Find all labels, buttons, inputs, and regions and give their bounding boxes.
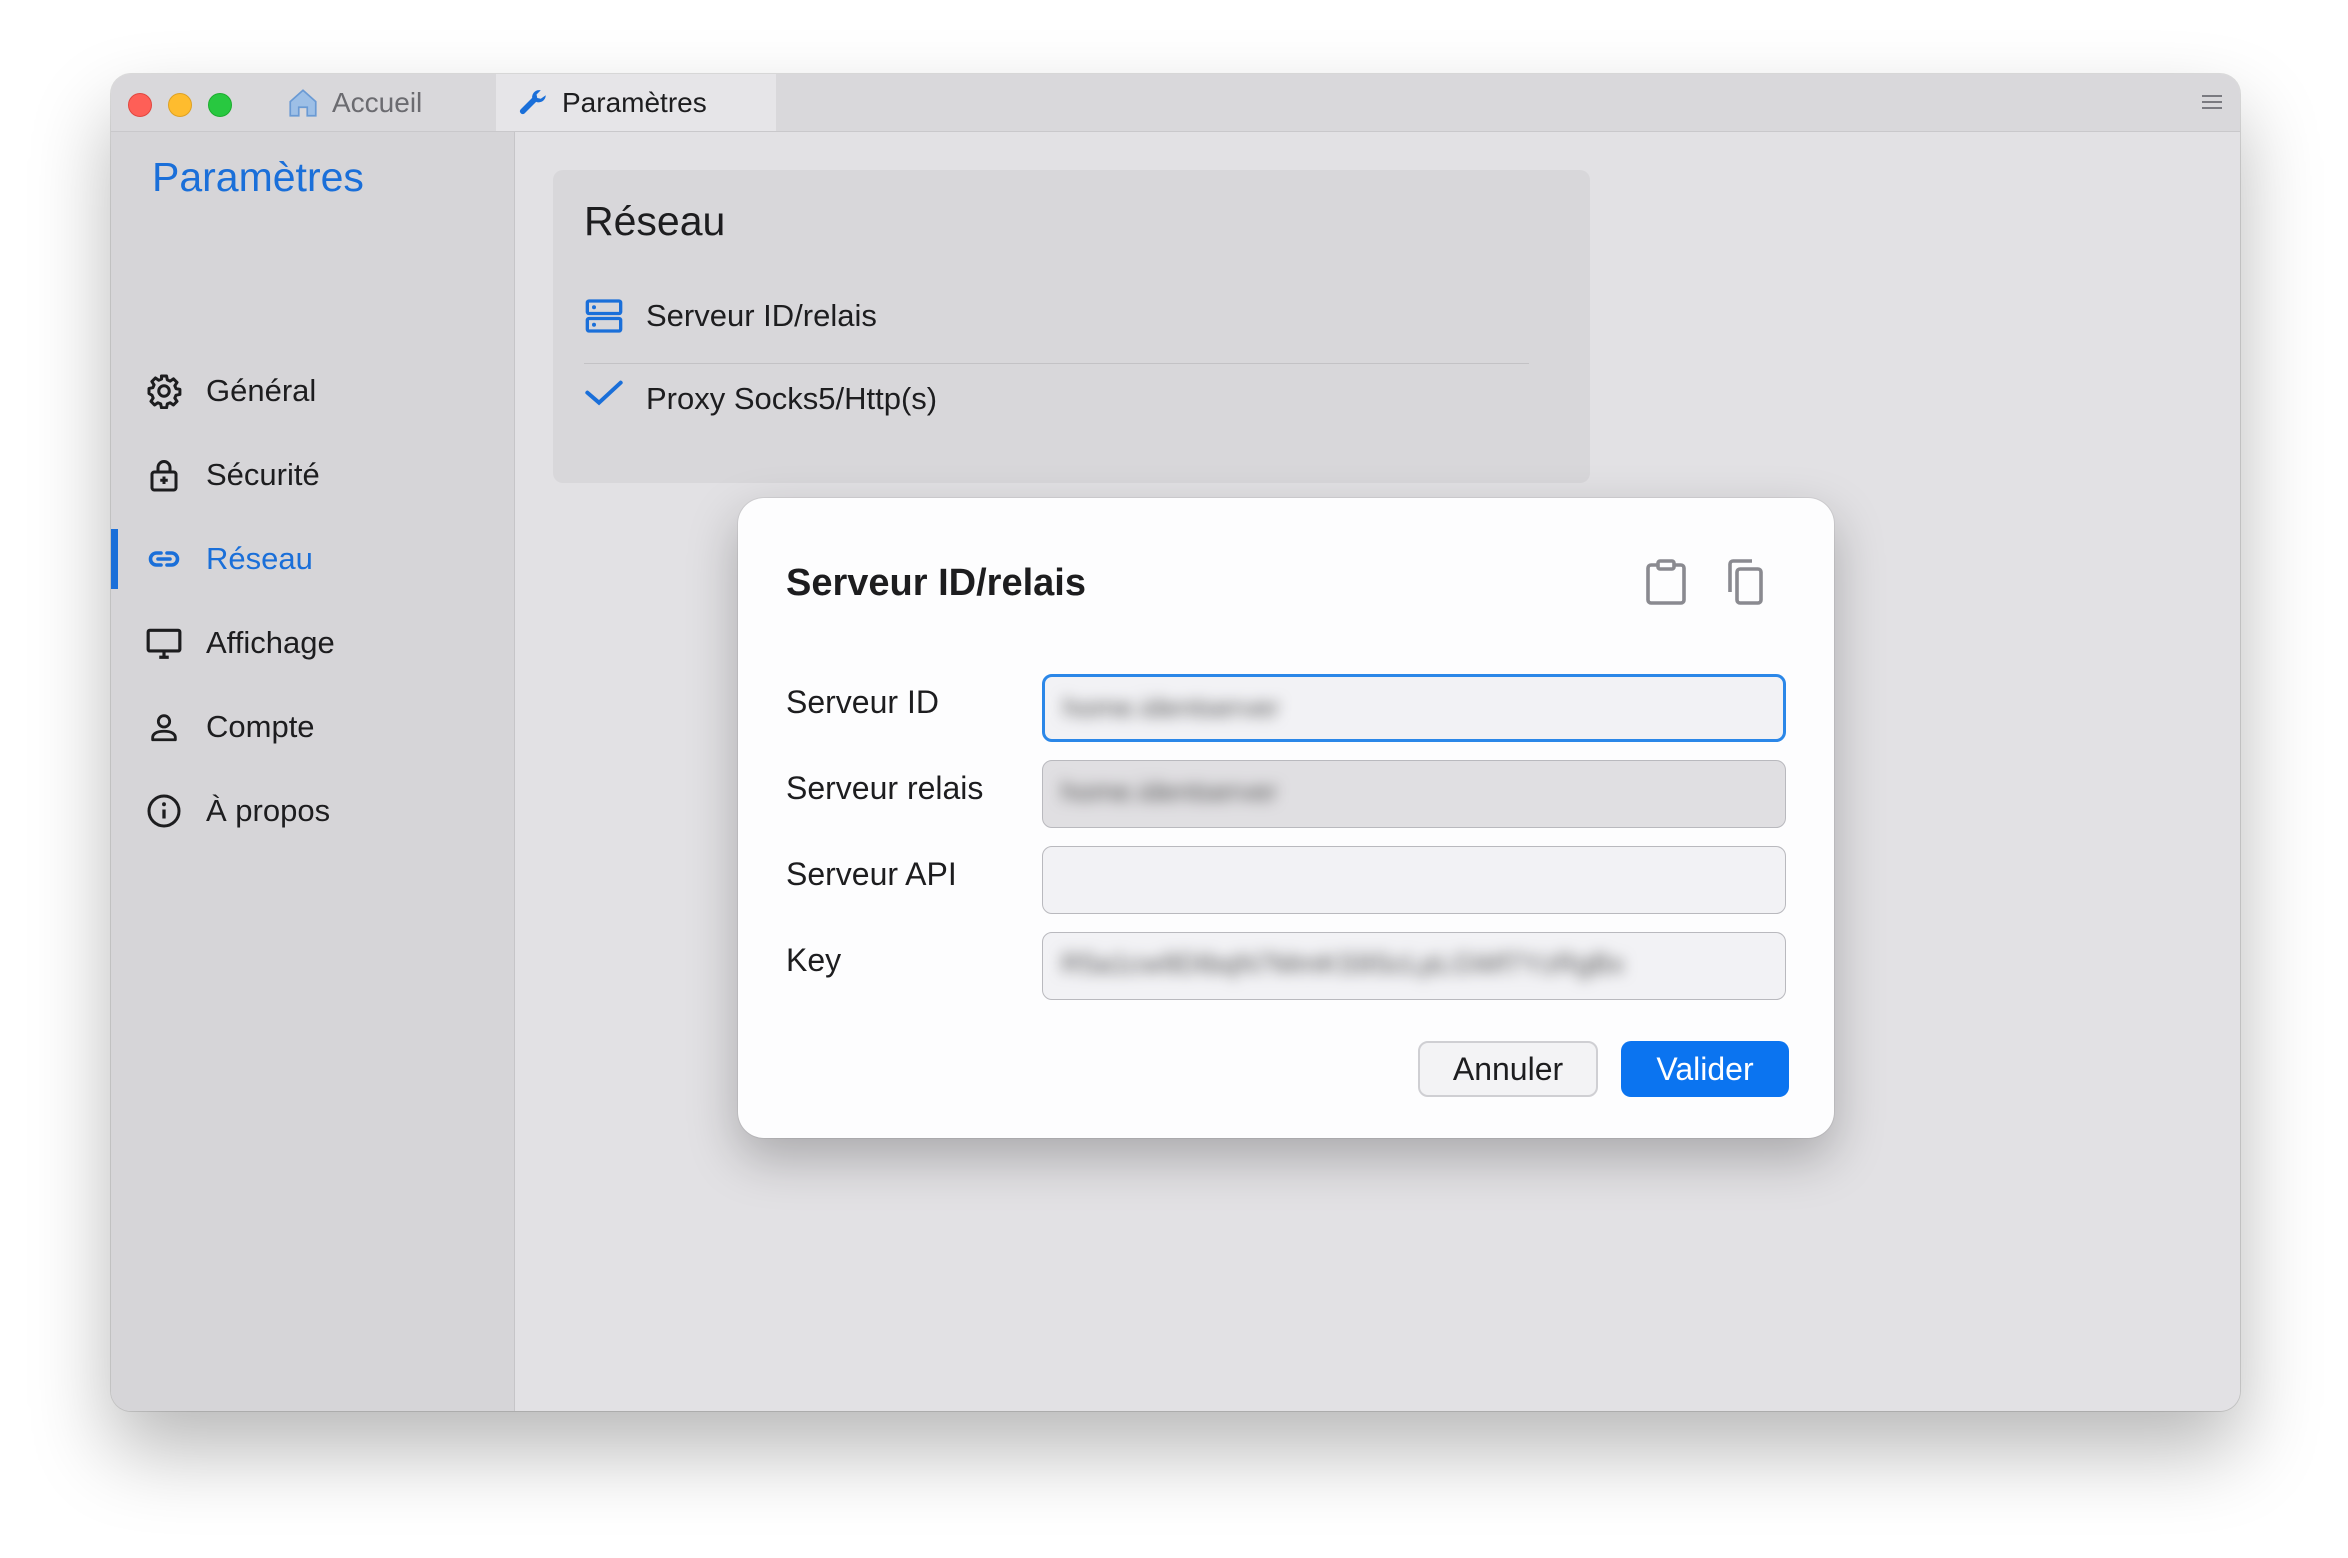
tab-label: Accueil [332,86,423,118]
tab-accueil[interactable]: Accueil [286,74,486,131]
gear-icon [144,371,184,411]
key-value: R5a1cw9DIbqN7MmKS9ScLpLGWf7YzRgBx [1061,948,1625,979]
id-server-label: Serveur ID [786,684,939,720]
sidebar-item-label: Compte [206,709,315,744]
home-icon [286,86,320,120]
tab-label: Paramètres [562,86,707,118]
sidebar-item-a-propos[interactable]: À propos [111,781,514,841]
paste-button[interactable] [1640,558,1692,610]
id-relay-server-dialog: Serveur ID/relais Serveur ID home.idents… [738,498,1834,1138]
lock-icon [144,455,184,495]
network-settings-card: Réseau Serveur ID/relais Proxy Socks5/Ht… [553,170,1590,483]
menu-item-label: Serveur ID/relais [646,298,877,333]
clipboard-icon [1644,558,1688,611]
sidebar-item-compte[interactable]: Compte [111,697,514,757]
api-server-label: Serveur API [786,856,957,892]
sidebar-item-label: Général [206,373,317,408]
id-server-value: home.identserver [1063,692,1280,723]
proxy-icon [584,377,626,417]
sidebar-item-label: À propos [206,793,331,828]
titlebar: Accueil Paramètres [111,74,2240,132]
key-label: Key [786,942,842,978]
sidebar-item-label: Affichage [206,625,335,660]
id-server-input[interactable]: home.identserver [1042,674,1786,742]
relay-server-value: home.identserver [1061,776,1278,807]
section-title: Réseau [584,198,726,244]
sidebar-item-general[interactable]: Général [111,361,514,421]
divider [584,363,1529,364]
cancel-button[interactable]: Annuler [1418,1041,1598,1097]
menu-item-label: Proxy Socks5/Http(s) [646,381,938,416]
api-server-input[interactable] [1042,846,1786,914]
minimize-window-button[interactable] [168,93,192,117]
copy-button[interactable] [1718,558,1770,610]
wrench-icon [516,86,550,120]
sidebar-item-securite[interactable]: Sécurité [111,445,514,505]
sidebar-item-affichage[interactable]: Affichage [111,613,514,673]
dialog-title: Serveur ID/relais [786,562,1086,604]
relay-server-label: Serveur relais [786,770,984,806]
copy-icon [1722,558,1766,611]
sidebar-item-reseau[interactable]: Réseau [111,529,514,589]
person-icon [144,707,184,747]
tab-parametres[interactable]: Paramètres [496,74,776,131]
hamburger-menu-icon[interactable] [2202,94,2222,110]
menu-item-id-relay-server[interactable]: Serveur ID/relais [584,281,1529,351]
close-window-button[interactable] [128,93,152,117]
app-window: Accueil Paramètres Paramètres Général Sé… [111,74,2240,1411]
server-icon [584,295,626,337]
validate-button[interactable]: Valider [1621,1041,1789,1097]
sidebar: Paramètres Général Sécurité Réseau Affic… [111,132,515,1411]
sidebar-item-label: Réseau [206,541,313,576]
menu-item-proxy[interactable]: Proxy Socks5/Http(s) [584,377,1529,417]
zoom-window-button[interactable] [208,93,232,117]
sidebar-item-label: Sécurité [206,457,320,492]
key-input[interactable]: R5a1cw9DIbqN7MmKS9ScLpLGWf7YzRgBx [1042,932,1786,1000]
relay-server-input[interactable]: home.identserver [1042,760,1786,828]
sidebar-title: Paramètres [152,154,364,200]
monitor-icon [144,623,184,663]
link-icon [144,539,184,579]
info-icon [144,791,184,831]
